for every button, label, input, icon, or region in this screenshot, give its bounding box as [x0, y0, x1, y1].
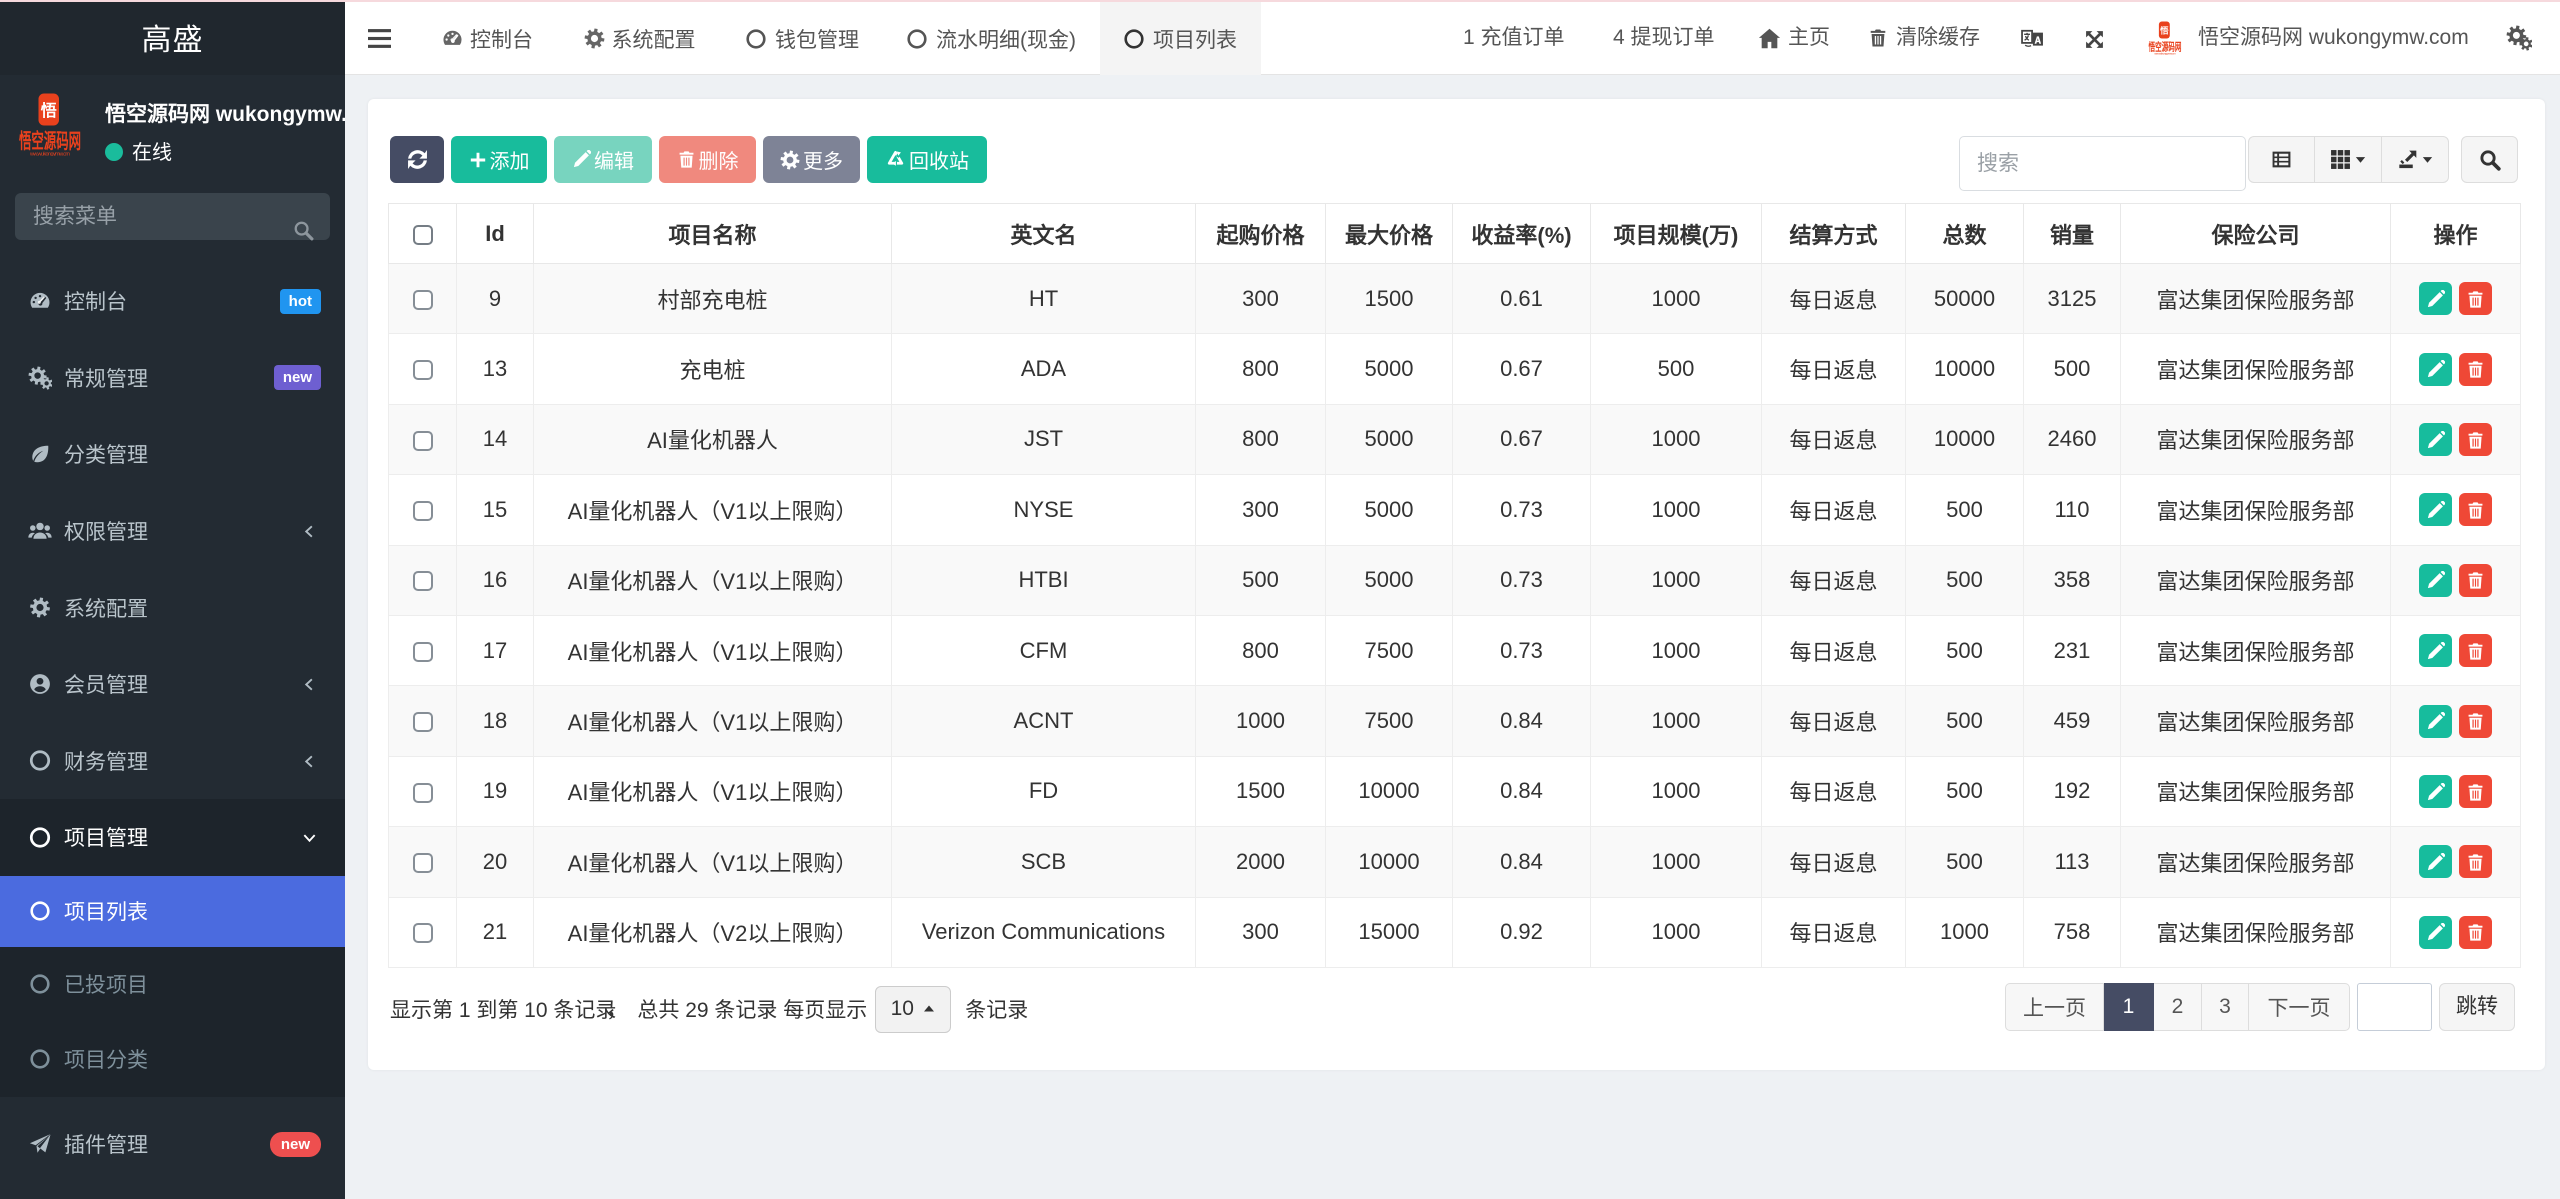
svg-text:悟: 悟 [2160, 25, 2169, 35]
svg-text:悟: 悟 [41, 101, 57, 120]
svg-text:ww.wukongymw.cm: ww.wukongymw.cm [29, 152, 70, 157]
svg-text:悟空源码网: 悟空源码网 [19, 129, 81, 152]
svg-text:悟空源码网: 悟空源码网 [2148, 40, 2181, 53]
svg-text:ww.wukongymw.cm: ww.wukongymw.cm [2154, 51, 2176, 55]
